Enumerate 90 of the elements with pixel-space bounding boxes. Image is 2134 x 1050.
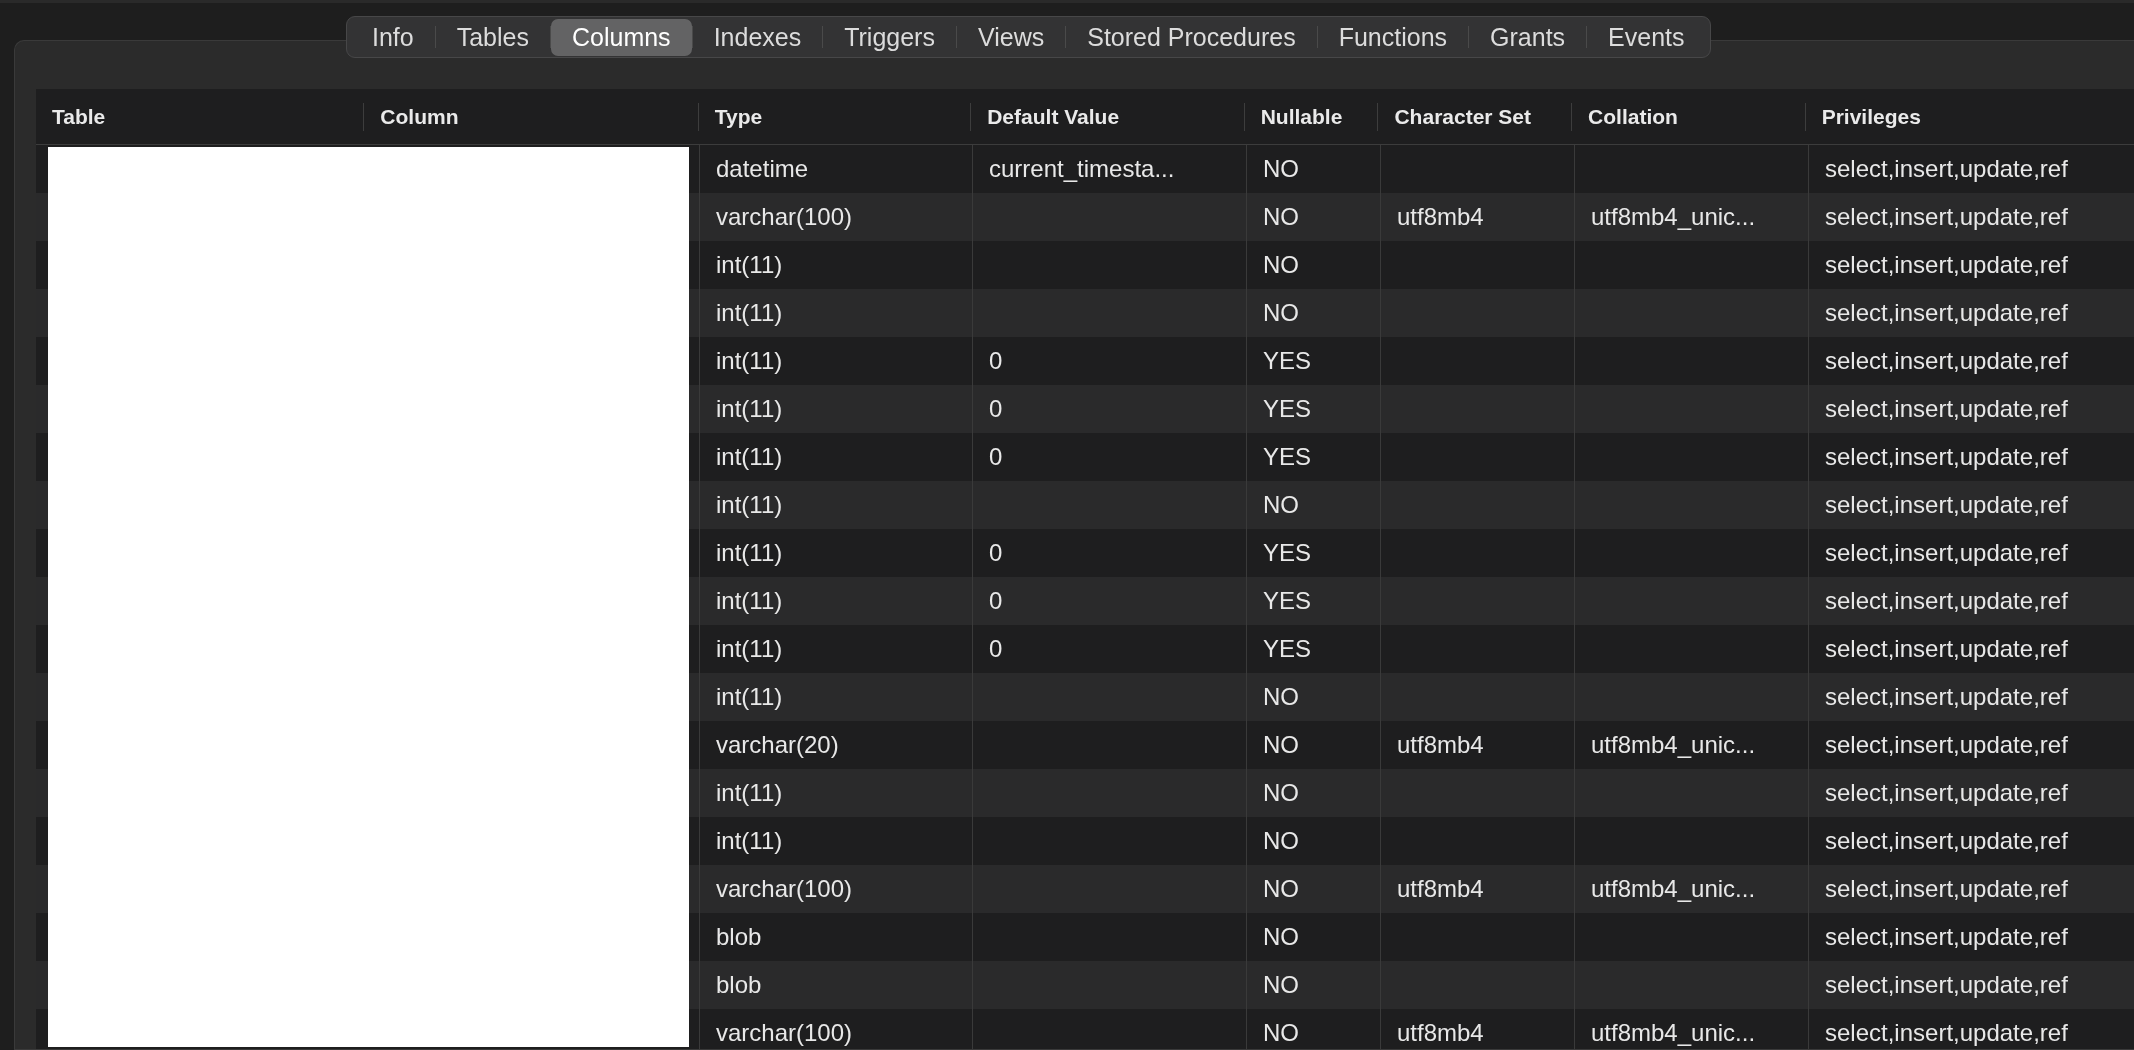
table-cell: select,insert,update,ref [1825, 299, 2068, 327]
table-cell: 0 [989, 347, 1003, 375]
table-cell: int(11) [716, 635, 783, 663]
table-cell: int(11) [716, 539, 783, 567]
table-cell: select,insert,update,ref [1825, 347, 2068, 375]
table-cell: utf8mb4_unic... [1591, 1019, 1756, 1047]
table-cell: current_timesta... [989, 155, 1175, 183]
column-header[interactable]: Character Set [1394, 104, 1531, 129]
table-cell: select,insert,update,ref [1825, 1019, 2068, 1047]
column-header[interactable]: Nullable [1260, 104, 1343, 129]
table-cell: NO [1263, 731, 1299, 759]
table-cell: int(11) [716, 683, 783, 711]
table-cell: varchar(100) [716, 203, 853, 231]
table-cell: NO [1263, 779, 1299, 807]
column-header[interactable]: Privileges [1821, 104, 1921, 129]
table-cell: YES [1263, 635, 1312, 663]
table-cell: int(11) [716, 395, 783, 423]
column-header[interactable]: Table [52, 104, 106, 129]
column-header[interactable]: Column [380, 104, 459, 129]
table-cell: int(11) [716, 827, 783, 855]
table-cell: select,insert,update,ref [1825, 251, 2068, 279]
table-cell: select,insert,update,ref [1825, 923, 2068, 951]
tab[interactable]: Triggers [823, 18, 956, 56]
table-cell: select,insert,update,ref [1825, 875, 2068, 903]
table-cell: NO [1263, 923, 1299, 951]
table-cell: utf8mb4_unic... [1591, 731, 1756, 759]
table-cell: 0 [989, 395, 1003, 423]
table-cell: varchar(100) [716, 1019, 853, 1047]
table-cell: NO [1263, 251, 1299, 279]
tab[interactable]: Columns [550, 18, 692, 56]
table-cell: NO [1263, 1019, 1299, 1047]
tab[interactable]: Views [956, 18, 1066, 56]
tab[interactable]: Stored Procedures [1066, 18, 1317, 56]
table-cell: NO [1263, 491, 1299, 519]
table-cell: select,insert,update,ref [1825, 539, 2068, 567]
tab[interactable]: Events [1587, 18, 1706, 56]
table-cell: NO [1263, 683, 1299, 711]
table-cell: select,insert,update,ref [1825, 779, 2068, 807]
tab[interactable]: Tables [435, 18, 550, 56]
table-cell: NO [1263, 299, 1299, 327]
table-cell: NO [1263, 875, 1299, 903]
column-header[interactable]: Collation [1588, 104, 1678, 129]
table-cell: utf8mb4 [1397, 1019, 1484, 1047]
table-cell: 0 [989, 539, 1003, 567]
column-header[interactable]: Type [714, 104, 763, 129]
table-cell: utf8mb4 [1397, 203, 1484, 231]
table-cell: blob [716, 971, 762, 999]
table-cell: select,insert,update,ref [1825, 395, 2068, 423]
table-cell: int(11) [716, 587, 783, 615]
tab[interactable]: Info [351, 18, 435, 56]
table-cell: select,insert,update,ref [1825, 683, 2068, 711]
tab[interactable]: Grants [1469, 18, 1587, 56]
table-cell: int(11) [716, 491, 783, 519]
table-cell: utf8mb4 [1397, 731, 1484, 759]
tab[interactable]: Indexes [692, 18, 823, 56]
table-cell: YES [1263, 539, 1312, 567]
table-cell: varchar(20) [716, 731, 839, 759]
table-cell: int(11) [716, 251, 783, 279]
table-cell: 0 [989, 443, 1003, 471]
table-cell: int(11) [716, 347, 783, 375]
table-cell: NO [1263, 827, 1299, 855]
table-cell: select,insert,update,ref [1825, 491, 2068, 519]
table-cell: utf8mb4_unic... [1591, 875, 1756, 903]
column-header[interactable]: Default Value [987, 104, 1120, 129]
table-cell: int(11) [716, 779, 783, 807]
table-cell: NO [1263, 971, 1299, 999]
table-cell: YES [1263, 443, 1312, 471]
tab[interactable]: Functions [1317, 18, 1469, 56]
table-cell: YES [1263, 347, 1312, 375]
table-cell: select,insert,update,ref [1825, 731, 2068, 759]
table-cell: YES [1263, 587, 1312, 615]
table-cell: select,insert,update,ref [1825, 827, 2068, 855]
table-cell: blob [716, 923, 762, 951]
table-cell: NO [1263, 155, 1299, 183]
table-cell: 0 [989, 587, 1003, 615]
table-cell: select,insert,update,ref [1825, 635, 2068, 663]
table-cell: select,insert,update,ref [1825, 203, 2068, 231]
table-cell: utf8mb4_unic... [1591, 203, 1756, 231]
table-cell: varchar(100) [716, 875, 853, 903]
table-cell: NO [1263, 203, 1299, 231]
table-cell: datetime [716, 155, 809, 183]
table-cell: 0 [989, 635, 1003, 663]
table-cell: select,insert,update,ref [1825, 971, 2068, 999]
table-cell: utf8mb4 [1397, 875, 1484, 903]
table-cell: YES [1263, 395, 1312, 423]
table-cell: select,insert,update,ref [1825, 155, 2068, 183]
table-cell: int(11) [716, 443, 783, 471]
table-cell: select,insert,update,ref [1825, 587, 2068, 615]
table-cell: int(11) [716, 299, 783, 327]
table-cell: select,insert,update,ref [1825, 443, 2068, 471]
